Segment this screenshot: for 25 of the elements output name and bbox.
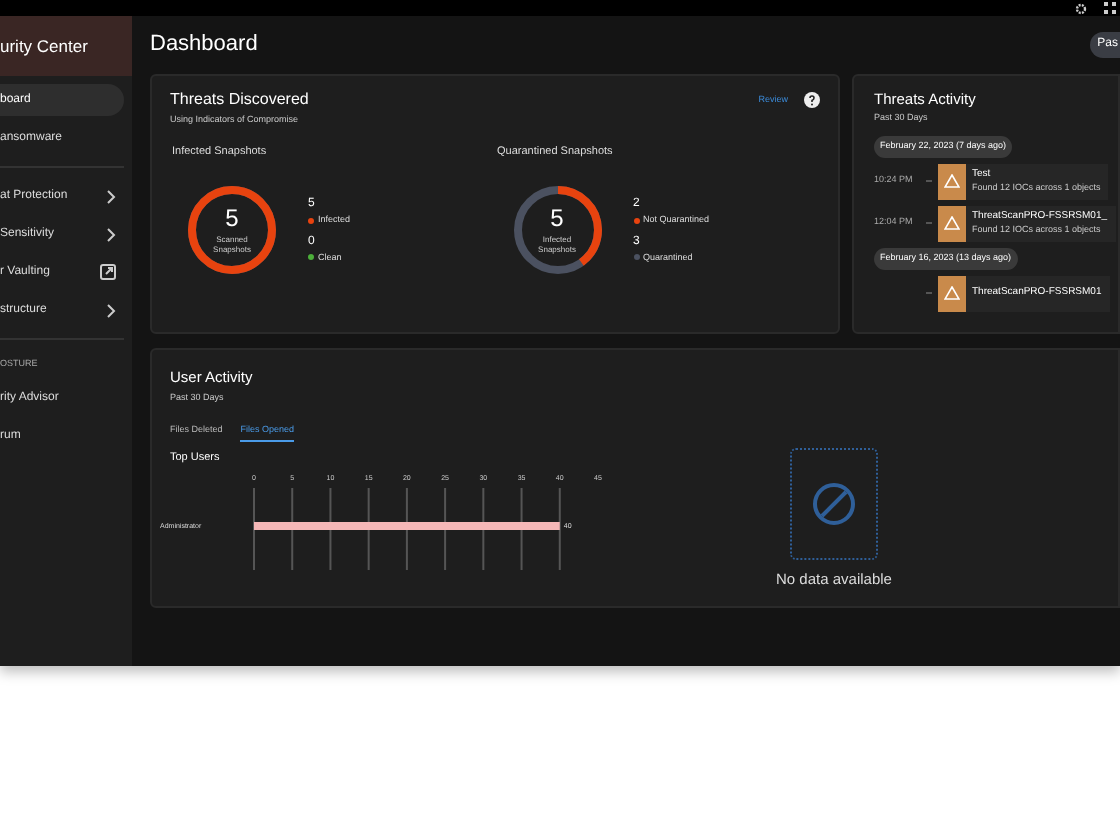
chevron-right-icon bbox=[106, 227, 116, 241]
grid-icon[interactable] bbox=[1104, 2, 1116, 14]
grid-line bbox=[367, 488, 370, 570]
prohibited-icon bbox=[812, 481, 856, 526]
chevron-right-icon bbox=[106, 189, 116, 203]
external-link-icon bbox=[100, 264, 116, 280]
grid-line bbox=[520, 488, 523, 570]
warning-icon bbox=[944, 216, 960, 231]
warning-icon bbox=[944, 174, 960, 189]
grid-line bbox=[291, 488, 294, 570]
chevron-right-icon bbox=[106, 303, 116, 317]
settings-icon[interactable] bbox=[1074, 1, 1088, 15]
donut-value: 5 bbox=[550, 206, 564, 230]
grid-line bbox=[482, 488, 485, 570]
grid-line bbox=[444, 488, 447, 570]
grid-line bbox=[329, 488, 332, 570]
grid-line bbox=[253, 488, 255, 570]
warning-icon bbox=[944, 286, 960, 300]
card-title: Threats Discovered bbox=[170, 88, 309, 112]
donut-value: 5 bbox=[225, 206, 239, 230]
grid-line bbox=[405, 488, 408, 570]
grid-line bbox=[558, 488, 561, 570]
help-icon[interactable] bbox=[804, 92, 820, 108]
page-title: Dashboard bbox=[150, 29, 258, 60]
sidebar-header: urity Center bbox=[0, 16, 132, 76]
